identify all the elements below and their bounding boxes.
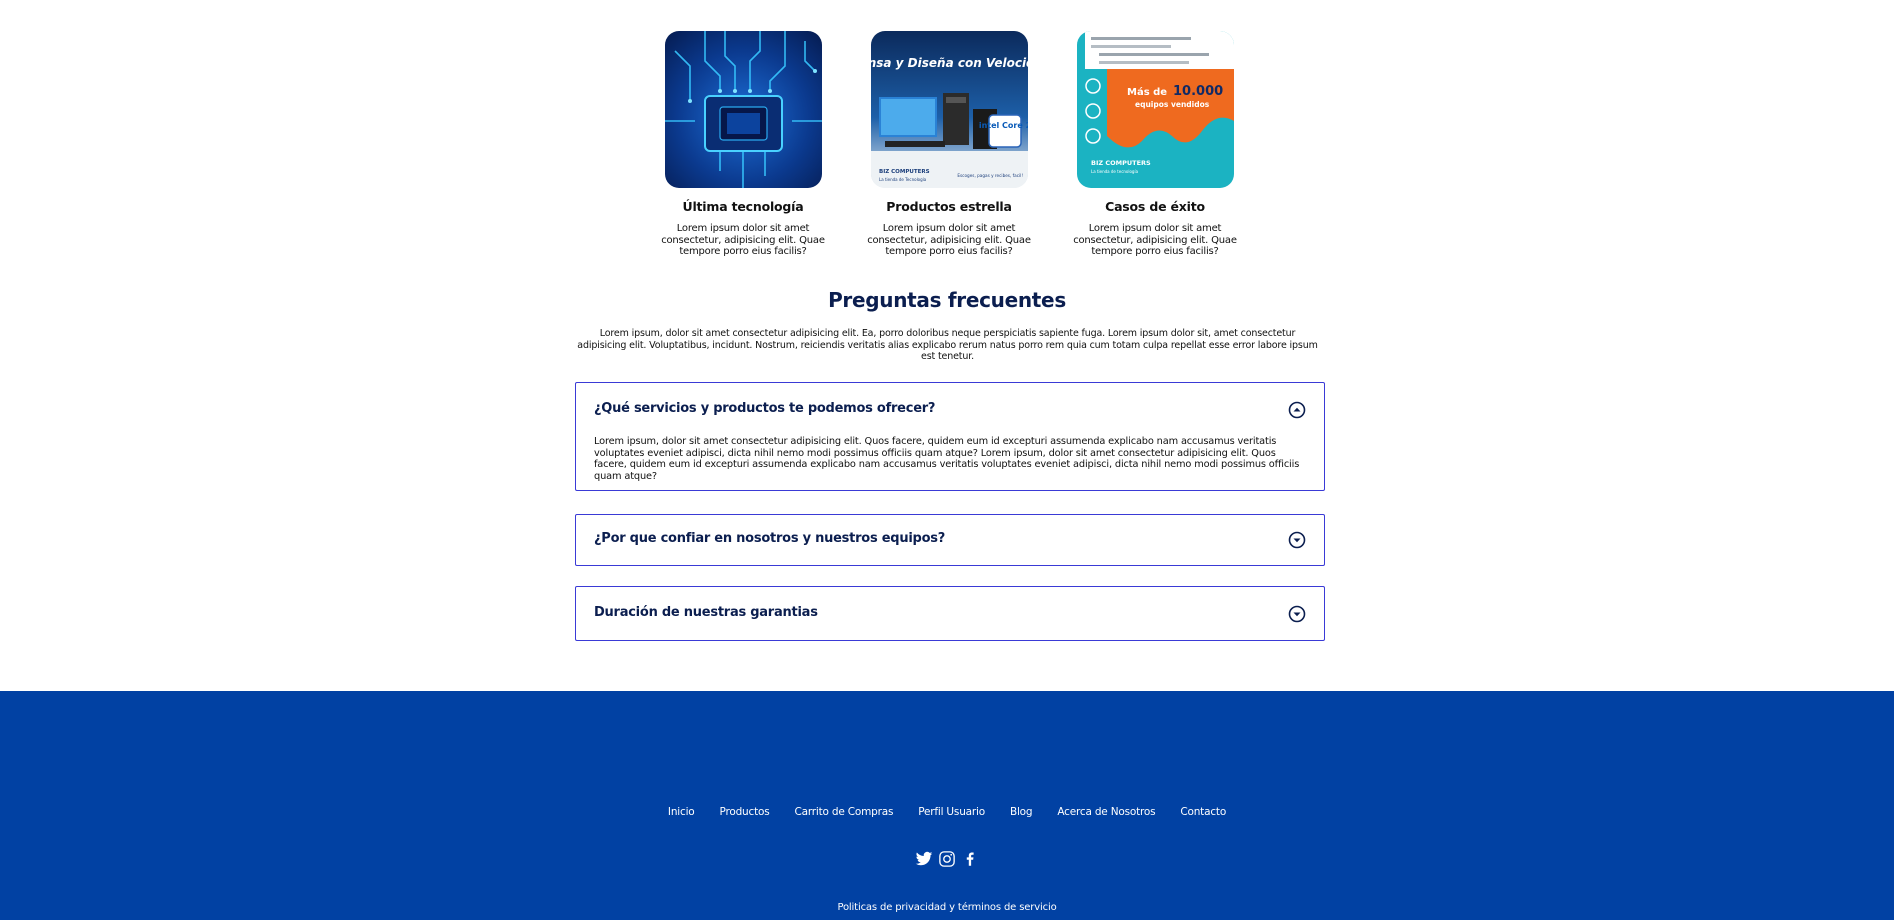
faq-intro: Lorem ipsum, dolor sit amet consectetur … <box>577 328 1318 362</box>
chevron-down-icon[interactable] <box>1288 605 1306 623</box>
social-links <box>0 850 1894 868</box>
feature-card-success: Más de 10.000 equipos vendidos BIZ COMPU… <box>1067 31 1243 258</box>
legal-link[interactable]: Politicas de privacidad y términos de se… <box>0 902 1894 913</box>
image-brand: BIZ COMPUTERS <box>879 169 930 175</box>
image-brand: BIZ COMPUTERS <box>1091 159 1151 167</box>
technology-image <box>664 31 822 188</box>
image-headline-number: 10.000 <box>1173 84 1223 99</box>
feature-card-technology: Última tecnología Lorem ipsum dolor sit … <box>655 31 831 258</box>
footer-link-inicio[interactable]: Inicio <box>668 806 695 818</box>
faq-answer: Lorem ipsum, dolor sit amet consectetur … <box>594 436 1300 482</box>
footer: Inicio Productos Carrito de Compras Perf… <box>0 691 1894 920</box>
footer-nav: Inicio Productos Carrito de Compras Perf… <box>0 806 1894 818</box>
chevron-up-icon[interactable] <box>1288 401 1306 419</box>
image-headline-prefix: Más de <box>1127 86 1167 98</box>
footer-link-blog[interactable]: Blog <box>1010 806 1033 818</box>
feature-card-products: Piensa y Diseña con Velocidad intel Core… <box>861 31 1037 258</box>
feature-title: Productos estrella <box>886 199 1012 214</box>
twitter-icon[interactable] <box>915 850 933 868</box>
footer-link-perfil[interactable]: Perfil Usuario <box>918 806 985 818</box>
faq-title: Preguntas frecuentes <box>828 288 1066 312</box>
faq-question[interactable]: Duración de nuestras garantias <box>594 605 818 620</box>
footer-link-productos[interactable]: Productos <box>720 806 770 818</box>
image-brand-sub: La tienda de Tecnología <box>879 177 927 182</box>
faq-item-warranty[interactable]: Duración de nuestras garantias <box>575 586 1325 641</box>
image-brand-sub: La tienda de tecnología <box>1091 169 1139 174</box>
feature-text: Lorem ipsum dolor sit amet consectetur, … <box>1073 223 1237 257</box>
faq-question[interactable]: ¿Por que confiar en nosotros y nuestros … <box>594 531 945 546</box>
image-headline-suffix: equipos vendidos <box>1135 100 1210 109</box>
success-image: Más de 10.000 equipos vendidos BIZ COMPU… <box>1076 31 1234 188</box>
features-section: Última tecnología Lorem ipsum dolor sit … <box>0 31 1894 261</box>
feature-text: Lorem ipsum dolor sit amet consectetur, … <box>661 223 825 257</box>
image-headline-1: Piensa y Diseña con Velocidad <box>871 56 1028 70</box>
facebook-icon[interactable] <box>961 850 979 868</box>
footer-link-acerca[interactable]: Acerca de Nosotros <box>1057 806 1155 818</box>
faq-item-services[interactable]: ¿Qué servicios y productos te podemos of… <box>575 382 1325 491</box>
intel-badge: intel Core 2 <box>978 121 1027 130</box>
faq-item-trust[interactable]: ¿Por que confiar en nosotros y nuestros … <box>575 514 1325 566</box>
footer-link-contacto[interactable]: Contacto <box>1180 806 1226 818</box>
chevron-down-icon[interactable] <box>1288 531 1306 549</box>
footer-link-carrito[interactable]: Carrito de Compras <box>794 806 893 818</box>
feature-title: Casos de éxito <box>1105 199 1205 214</box>
products-image: Piensa y Diseña con Velocidad intel Core… <box>870 31 1028 188</box>
feature-title: Última tecnología <box>682 199 804 214</box>
instagram-icon[interactable] <box>938 850 956 868</box>
feature-text: Lorem ipsum dolor sit amet consectetur, … <box>867 223 1031 257</box>
faq-question[interactable]: ¿Qué servicios y productos te podemos of… <box>594 401 935 416</box>
image-footer-text: Escoges, pagas y recibes, facil! <box>957 173 1023 178</box>
